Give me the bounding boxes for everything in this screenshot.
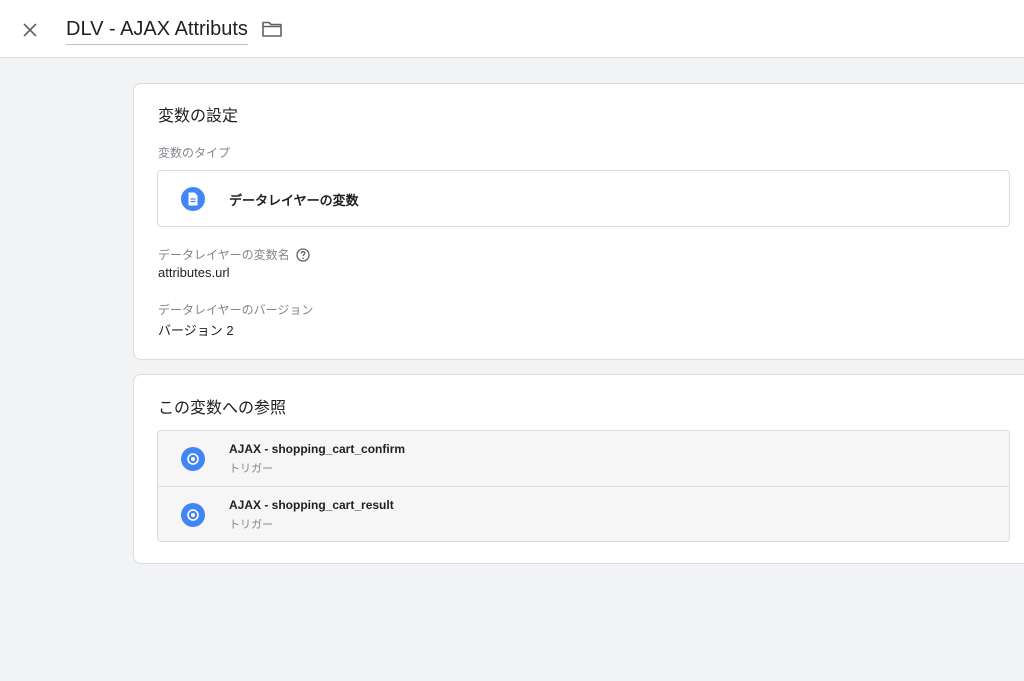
variable-type-label: 変数のタイプ xyxy=(158,146,231,160)
reference-name: AJAX - shopping_cart_confirm xyxy=(229,442,406,456)
trigger-icon xyxy=(181,503,205,527)
reference-name: AJAX - shopping_cart_result xyxy=(229,498,394,512)
datalayer-name-label: データレイヤーの変数名 xyxy=(158,246,310,263)
top-bar: DLV - AJAX Attributs xyxy=(0,0,1024,58)
reference-type: トリガー xyxy=(229,463,273,475)
datalayer-version-value: バージョン 2 xyxy=(158,323,234,338)
close-icon xyxy=(23,23,37,37)
folder-icon xyxy=(262,21,282,37)
config-card-title: 変数の設定 xyxy=(158,108,239,125)
close-button[interactable] xyxy=(14,14,46,46)
folder-button[interactable] xyxy=(258,16,286,42)
reference-item[interactable]: AJAX - shopping_cart_result トリガー xyxy=(158,486,1009,541)
help-icon[interactable] xyxy=(296,247,310,262)
reference-type: トリガー xyxy=(229,519,273,531)
datalayer-version-label: データレイヤーのバージョン xyxy=(158,303,314,317)
variable-config-card: 変数の設定 変数のタイプ データレイヤーの変数 データレイヤーの変数名 attr… xyxy=(133,83,1024,360)
variable-type-selector[interactable]: データレイヤーの変数 xyxy=(157,170,1010,227)
variable-type-name: データレイヤーの変数 xyxy=(229,193,359,208)
reference-item[interactable]: AJAX - shopping_cart_confirm トリガー xyxy=(158,431,1009,486)
trigger-icon xyxy=(181,447,205,471)
references-list: AJAX - shopping_cart_confirm トリガー AJAX -… xyxy=(157,430,1010,542)
references-card: この変数への参照 AJAX - shopping_cart_confirm トリ… xyxy=(133,374,1024,564)
datalayer-name-value: attributes.url xyxy=(158,265,230,280)
references-card-title: この変数への参照 xyxy=(158,400,287,417)
variable-name-title[interactable]: DLV - AJAX Attributs xyxy=(66,16,248,45)
datalayer-name-label-text: データレイヤーの変数名 xyxy=(158,248,290,262)
document-icon xyxy=(181,187,205,211)
